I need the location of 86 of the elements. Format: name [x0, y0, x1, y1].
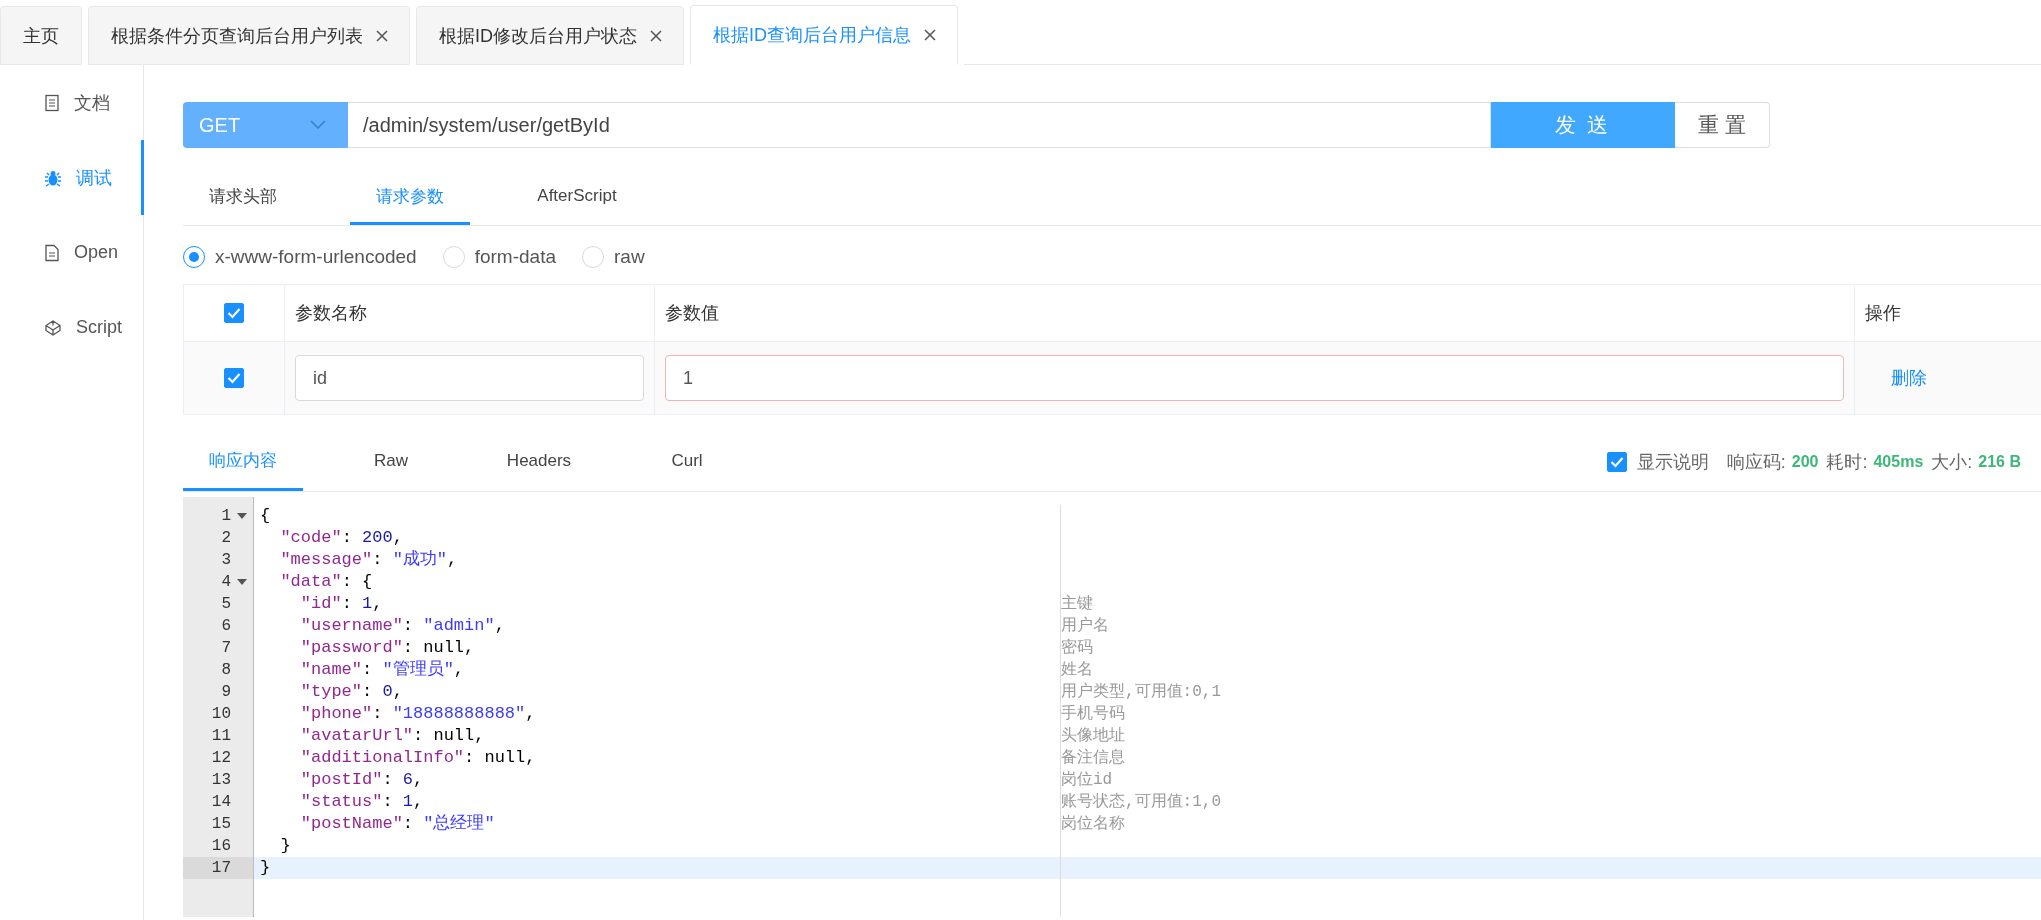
- fold-caret-icon[interactable]: [237, 513, 247, 519]
- request-tab[interactable]: 请求头部: [183, 170, 303, 225]
- close-icon[interactable]: [923, 28, 937, 42]
- page-tab[interactable]: 根据ID修改后台用户状态: [416, 6, 684, 65]
- file-icon: [44, 243, 60, 262]
- field-description: 岗位id: [1061, 771, 1113, 789]
- url-field[interactable]: /admin/system/user/getById: [348, 102, 1491, 148]
- line-number: 9: [221, 683, 231, 701]
- field-description: 头像地址: [1061, 727, 1125, 745]
- page-tab[interactable]: 主页: [0, 6, 82, 65]
- chevron-down-icon: [310, 120, 326, 130]
- line-number: 7: [221, 639, 231, 657]
- response-tab[interactable]: Raw: [331, 433, 451, 491]
- checkbox-label[interactable]: 显示说明: [1636, 450, 1709, 474]
- code-line: {: [260, 506, 271, 525]
- field-description: 用户类型,可用值:0,1: [1061, 683, 1221, 701]
- code-line: "code": 200,: [279, 528, 403, 547]
- code-line: "additionalInfo": null,: [299, 748, 536, 767]
- close-icon[interactable]: [649, 28, 663, 43]
- radio-label[interactable]: form-data: [474, 246, 556, 268]
- field-description: 用户名: [1061, 617, 1109, 635]
- code-line: "id": 1,: [299, 594, 383, 613]
- line-number: 17: [211, 859, 231, 877]
- field-description: 姓名: [1061, 661, 1093, 679]
- cube-icon: [44, 318, 62, 337]
- line-number: 11: [211, 727, 231, 745]
- field-description: 账号状态,可用值:1,0: [1061, 793, 1221, 811]
- code-line: "postName": "总经理": [299, 814, 495, 833]
- field-description: 主键: [1061, 595, 1093, 613]
- stat-label: 大小:: [1931, 451, 1973, 474]
- code-line: "name": "管理员",: [299, 660, 465, 679]
- field-description: 手机号码: [1061, 705, 1125, 723]
- stat-value: 216 B: [1978, 453, 2021, 471]
- sidebar-item[interactable]: Script: [0, 290, 144, 365]
- code-line: "phone": "18888888888",: [299, 704, 536, 723]
- line-number: 4: [221, 573, 231, 591]
- line-number: 10: [211, 705, 231, 723]
- response-tab[interactable]: Curl: [627, 433, 747, 491]
- stat-label: 耗时:: [1826, 451, 1868, 474]
- stat-value: 200: [1791, 453, 1819, 471]
- line-number: 16: [211, 837, 231, 855]
- document-icon: [44, 93, 60, 112]
- field-description: 密码: [1061, 639, 1093, 657]
- field-description: 岗位名称: [1061, 815, 1125, 833]
- line-number: 12: [211, 749, 231, 767]
- line-number: 3: [221, 551, 231, 569]
- code-line: "type": 0,: [299, 682, 403, 701]
- code-line: "username": "admin",: [299, 616, 505, 635]
- line-number: 8: [221, 661, 231, 679]
- sidebar-item[interactable]: 文档: [0, 65, 144, 140]
- fold-caret-icon[interactable]: [237, 579, 247, 585]
- column-header: 操作: [1865, 302, 1901, 325]
- close-icon[interactable]: [375, 28, 389, 43]
- page-tab[interactable]: 根据条件分页查询后台用户列表: [88, 6, 410, 65]
- reset-button[interactable]: 重 置: [1675, 102, 1770, 148]
- request-tab[interactable]: AfterScript: [517, 170, 637, 225]
- code-line: "data": {: [279, 572, 373, 591]
- line-number: 13: [211, 771, 231, 789]
- show-description-checkbox[interactable]: [1606, 452, 1627, 472]
- line-number: 14: [211, 793, 231, 811]
- code-line: "status": 1,: [299, 792, 424, 811]
- field-description: 备注信息: [1061, 749, 1125, 767]
- stat-value: 405ms: [1873, 453, 1924, 471]
- param-value-field[interactable]: 1: [665, 355, 1844, 401]
- stat-label: 响应码:: [1726, 451, 1786, 474]
- code-line: }: [260, 858, 271, 877]
- code-line: "postId": 6,: [299, 770, 424, 789]
- line-number: 2: [221, 529, 231, 547]
- param-name-field[interactable]: id: [295, 355, 644, 401]
- line-number: 6: [221, 617, 231, 635]
- radio-label[interactable]: x-www-form-urlencoded: [215, 246, 417, 268]
- code-line: "password": null,: [299, 638, 475, 657]
- response-tab[interactable]: Headers: [479, 433, 599, 491]
- code-line: "message": "成功",: [279, 550, 458, 569]
- code-line: "avatarUrl": null,: [299, 726, 485, 745]
- radio-label[interactable]: raw: [614, 246, 645, 268]
- column-header: 参数值: [665, 302, 719, 325]
- bug-icon: [44, 168, 62, 187]
- column-header: 参数名称: [295, 302, 367, 325]
- row-checkbox[interactable]: [224, 368, 244, 388]
- line-number: 15: [211, 815, 231, 833]
- line-number: 5: [221, 595, 231, 613]
- select-all-checkbox[interactable]: [224, 303, 244, 323]
- sidebar-item[interactable]: Open: [0, 215, 144, 290]
- line-number: 1: [221, 507, 231, 525]
- code-line: }: [279, 836, 291, 855]
